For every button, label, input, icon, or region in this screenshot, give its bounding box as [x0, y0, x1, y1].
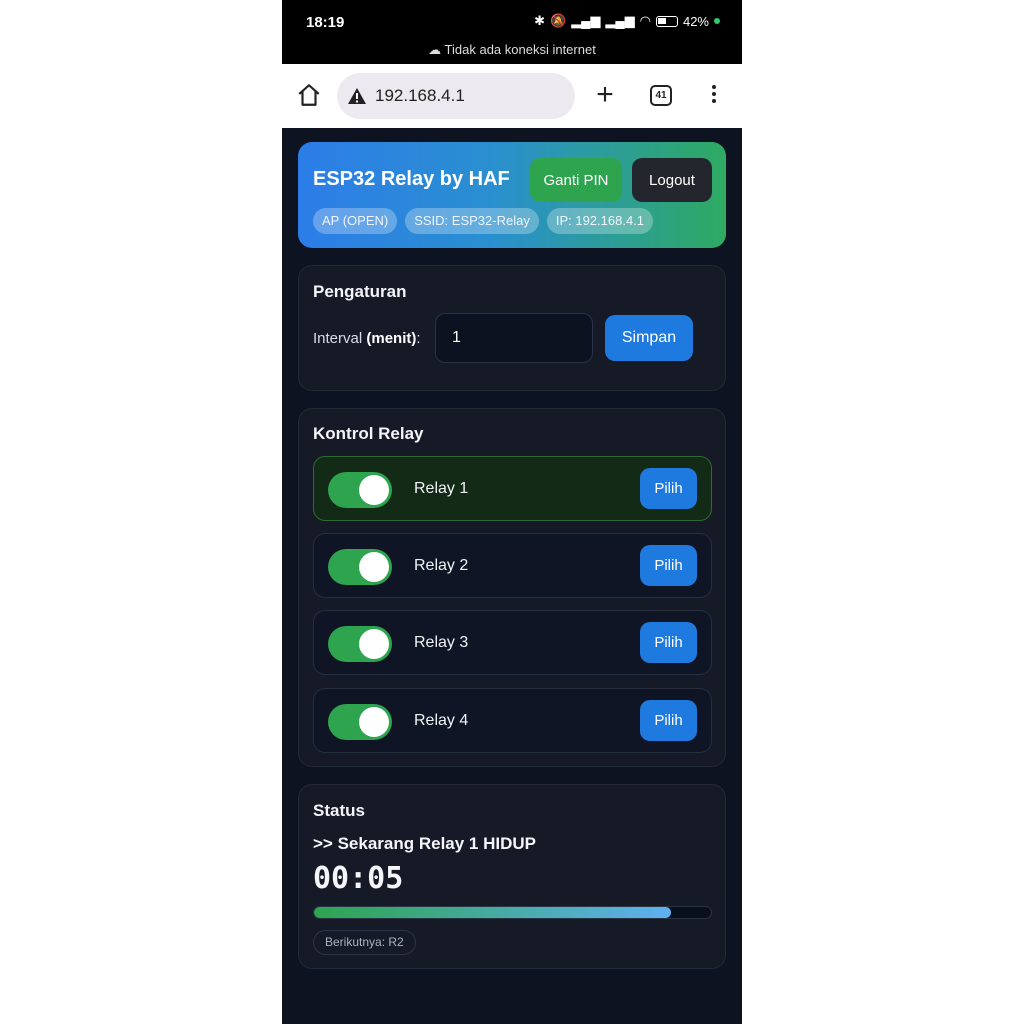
warning-icon[interactable]	[347, 87, 367, 105]
address-bar[interactable]: 192.168.4.1	[337, 73, 575, 119]
progress-fill	[314, 907, 672, 918]
logout-button[interactable]: Logout	[632, 158, 712, 202]
notification-dot	[714, 18, 720, 24]
network-notice: ☁ Tidak ada koneksi internet	[282, 42, 742, 58]
app-title: ESP32 Relay by HAF	[313, 168, 510, 190]
settings-card: Pengaturan Interval (menit): Simpan	[298, 265, 726, 391]
network-message: Tidak ada koneksi internet	[444, 42, 596, 57]
ip-chip: IP: 192.168.4.1	[546, 208, 654, 234]
header-card: ESP32 Relay by HAF Ganti PIN Logout AP (…	[298, 142, 726, 248]
relay-2-label: Relay 2	[414, 557, 469, 574]
status-bar: 18:19 ✱ 🔕 ▂▄▆ ▂▄▆ ◠ 42% ☁ Tidak ada kone…	[282, 0, 742, 64]
toggle-knob	[359, 629, 389, 659]
relay-3-select-button[interactable]: Pilih	[640, 622, 697, 663]
relay-row-4: Relay 4 Pilih	[313, 688, 712, 753]
clock: 18:19	[306, 14, 345, 31]
signal-icon: ▂▄▆	[571, 13, 601, 28]
relay-4-label: Relay 4	[414, 712, 469, 729]
status-icons: ✱ 🔕 ▂▄▆ ▂▄▆ ◠ 42%	[534, 13, 720, 29]
toggle-knob	[359, 707, 389, 737]
status-message: >> Sekarang Relay 1 HIDUP	[313, 834, 537, 853]
relay-row-3: Relay 3 Pilih	[313, 610, 712, 675]
relay-control-card: Kontrol Relay Relay 1 Pilih Relay 2 Pili…	[298, 408, 726, 767]
home-icon[interactable]	[296, 82, 322, 108]
save-button[interactable]: Simpan	[605, 315, 693, 361]
relay-row-1: Relay 1 Pilih	[313, 456, 712, 521]
bluetooth-icon: ✱	[534, 13, 545, 28]
relay-control-title: Kontrol Relay	[313, 424, 424, 443]
relay-row-2: Relay 2 Pilih	[313, 533, 712, 598]
relay-1-select-button[interactable]: Pilih	[640, 468, 697, 509]
new-tab-icon[interactable]: +	[592, 80, 618, 110]
relay-3-label: Relay 3	[414, 634, 469, 651]
settings-title: Pengaturan	[313, 282, 407, 301]
relay-2-select-button[interactable]: Pilih	[640, 545, 697, 586]
muted-bell-icon: 🔕	[550, 13, 567, 28]
signal-icon: ▂▄▆	[605, 13, 635, 28]
connection-chips: AP (OPEN) SSID: ESP32-Relay IP: 192.168.…	[313, 208, 654, 234]
more-menu-icon[interactable]	[706, 82, 722, 108]
progress-bar	[313, 906, 712, 919]
relay-4-toggle[interactable]	[328, 704, 392, 740]
browser-toolbar: 192.168.4.1 + 41	[282, 64, 742, 128]
toggle-knob	[359, 475, 389, 505]
interval-input[interactable]	[435, 313, 593, 363]
status-title: Status	[313, 801, 365, 820]
phone-screen: 18:19 ✱ 🔕 ▂▄▆ ▂▄▆ ◠ 42% ☁ Tidak ada kone…	[282, 0, 742, 1024]
status-card: Status >> Sekarang Relay 1 HIDUP 00:05 B…	[298, 784, 726, 969]
countdown-timer: 00:05	[313, 861, 404, 896]
battery-level: 42%	[682, 13, 709, 29]
change-pin-button[interactable]: Ganti PIN	[530, 158, 622, 202]
relay-1-toggle[interactable]	[328, 472, 392, 508]
relay-4-select-button[interactable]: Pilih	[640, 700, 697, 741]
relay-1-label: Relay 1	[414, 480, 469, 497]
cloud-off-icon: ☁	[428, 42, 445, 57]
toggle-knob	[359, 552, 389, 582]
relay-3-toggle[interactable]	[328, 626, 392, 662]
mode-chip: AP (OPEN)	[313, 208, 398, 234]
relay-2-toggle[interactable]	[328, 549, 392, 585]
wifi-icon: ◠	[639, 13, 651, 28]
next-relay-chip: Berikutnya: R2	[313, 930, 416, 955]
battery-icon	[655, 15, 678, 27]
tab-switcher-icon[interactable]: 41	[650, 85, 672, 106]
url-text: 192.168.4.1	[375, 86, 465, 105]
interval-label: Interval (menit):	[313, 330, 421, 347]
ssid-chip: SSID: ESP32-Relay	[405, 208, 539, 234]
